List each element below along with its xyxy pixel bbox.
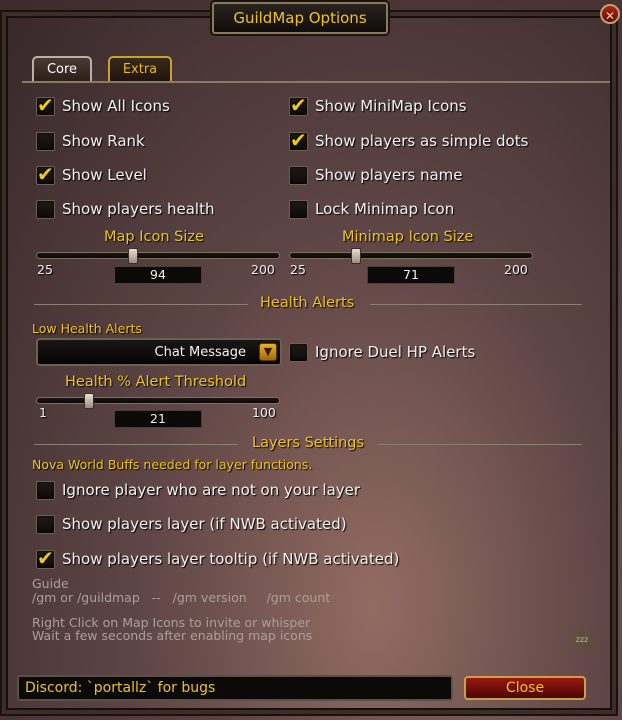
- map-icon-size-slider[interactable]: [36, 248, 280, 264]
- window-title: GuildMap Options: [212, 2, 388, 34]
- show-all-icons-checkbox[interactable]: ✔: [36, 93, 55, 117]
- tab-core[interactable]: Core: [32, 56, 92, 82]
- show-rank-label: Show Rank: [62, 132, 145, 150]
- show-level-checkbox[interactable]: ✔: [36, 162, 55, 186]
- show-players-health-checkbox[interactable]: [36, 199, 55, 219]
- show-players-layer-option[interactable]: Show players layer (if NWB activated): [36, 513, 347, 535]
- show-simple-dots-option[interactable]: ✔ Show players as simple dots: [289, 128, 529, 152]
- show-layer-tooltip-checkbox[interactable]: ✔: [36, 546, 55, 570]
- tab-panel-divider: [22, 81, 610, 83]
- ignore-not-on-layer-label: Ignore player who are not on your layer: [62, 481, 361, 499]
- guide-title: Guide: [32, 576, 69, 591]
- tab-extra[interactable]: Extra: [108, 56, 172, 82]
- health-threshold-thumb[interactable]: [84, 393, 94, 409]
- map-icon-size-thumb[interactable]: [128, 248, 138, 264]
- ignore-duel-hp-label: Ignore Duel HP Alerts: [315, 343, 476, 361]
- checkmark-icon: ✔: [37, 92, 54, 117]
- health-threshold-slider[interactable]: [36, 393, 280, 409]
- show-players-health-option[interactable]: Show players health: [36, 198, 214, 220]
- minimap-icon-size-min: 25: [290, 262, 306, 277]
- guide-line-2: Wait a few seconds after enabling map ic…: [32, 628, 313, 643]
- show-players-name-label: Show players name: [315, 166, 463, 184]
- show-rank-option[interactable]: Show Rank: [36, 130, 145, 152]
- low-health-alerts-dropdown[interactable]: Chat Message ▼: [36, 338, 282, 366]
- section-divider: [378, 444, 582, 445]
- layers-settings-title: Layers Settings: [252, 435, 365, 451]
- minimap-icon-size-max: 200: [504, 262, 528, 277]
- guide-commands: /gm or /guildmap -- /gm version /gm coun…: [32, 590, 331, 605]
- sleep-icon: zzz: [570, 628, 594, 652]
- show-layer-tooltip-option[interactable]: ✔ Show players layer tooltip (if NWB act…: [36, 546, 400, 570]
- dropdown-selected-value: Chat Message: [154, 345, 247, 360]
- checkmark-icon: ✔: [37, 545, 54, 570]
- minimap-icon-size-title: Minimap Icon Size: [342, 229, 474, 245]
- lock-minimap-icon-label: Lock Minimap Icon: [315, 200, 455, 218]
- show-simple-dots-checkbox[interactable]: ✔: [289, 128, 308, 152]
- minimap-icon-size-thumb[interactable]: [351, 248, 361, 264]
- section-divider: [34, 444, 238, 445]
- show-simple-dots-label: Show players as simple dots: [315, 132, 529, 150]
- discord-info-field[interactable]: Discord: `portallz` for bugs: [17, 675, 453, 701]
- show-players-name-option[interactable]: Show players name: [289, 164, 463, 186]
- show-all-icons-option[interactable]: ✔ Show All Icons: [36, 93, 170, 117]
- show-players-health-label: Show players health: [62, 200, 215, 218]
- health-threshold-min: 1: [39, 405, 47, 420]
- ignore-not-on-layer-checkbox[interactable]: [36, 480, 55, 500]
- nwb-required-note: Nova World Buffs needed for layer functi…: [32, 457, 313, 472]
- checkmark-icon: ✔: [37, 161, 54, 186]
- health-threshold-title: Health % Alert Threshold: [65, 374, 247, 390]
- low-health-alerts-label: Low Health Alerts: [32, 321, 142, 336]
- layers-settings-header: Layers Settings: [34, 435, 582, 453]
- checkmark-icon: ✔: [290, 92, 307, 117]
- close-button[interactable]: Close: [464, 676, 586, 700]
- show-level-option[interactable]: ✔ Show Level: [36, 162, 147, 186]
- show-players-layer-checkbox[interactable]: [36, 514, 55, 534]
- lock-minimap-icon-checkbox[interactable]: [289, 199, 308, 219]
- show-layer-tooltip-label: Show players layer tooltip (if NWB activ…: [62, 550, 400, 568]
- show-minimap-icons-label: Show MiniMap Icons: [315, 97, 467, 115]
- section-divider: [370, 304, 582, 305]
- map-icon-size-max: 200: [251, 262, 275, 277]
- minimap-icon-size-slider[interactable]: [289, 248, 533, 264]
- minimap-icon-size-value[interactable]: 71: [367, 266, 455, 284]
- show-players-layer-label: Show players layer (if NWB activated): [62, 515, 347, 533]
- show-minimap-icons-checkbox[interactable]: ✔: [289, 93, 308, 117]
- map-icon-size-min: 25: [37, 262, 53, 277]
- health-threshold-max: 100: [252, 405, 276, 420]
- show-level-label: Show Level: [62, 166, 147, 184]
- section-divider: [34, 304, 248, 305]
- ignore-duel-hp-checkbox[interactable]: [289, 342, 308, 362]
- health-alerts-title: Health Alerts: [260, 295, 355, 311]
- map-icon-size-value[interactable]: 94: [114, 266, 202, 284]
- close-icon[interactable]: ✕: [600, 4, 620, 24]
- ignore-not-on-layer-option[interactable]: Ignore player who are not on your layer: [36, 479, 360, 501]
- show-rank-checkbox[interactable]: [36, 131, 55, 151]
- map-icon-size-title: Map Icon Size: [104, 229, 204, 245]
- lock-minimap-icon-option[interactable]: Lock Minimap Icon: [289, 198, 454, 220]
- chevron-down-icon[interactable]: ▼: [259, 343, 277, 361]
- health-threshold-value[interactable]: 21: [114, 410, 202, 428]
- ignore-duel-hp-option[interactable]: Ignore Duel HP Alerts: [289, 341, 475, 363]
- show-all-icons-label: Show All Icons: [62, 97, 170, 115]
- show-minimap-icons-option[interactable]: ✔ Show MiniMap Icons: [289, 93, 467, 117]
- show-players-name-checkbox[interactable]: [289, 165, 308, 185]
- health-alerts-header: Health Alerts: [34, 295, 582, 313]
- checkmark-icon: ✔: [290, 127, 307, 152]
